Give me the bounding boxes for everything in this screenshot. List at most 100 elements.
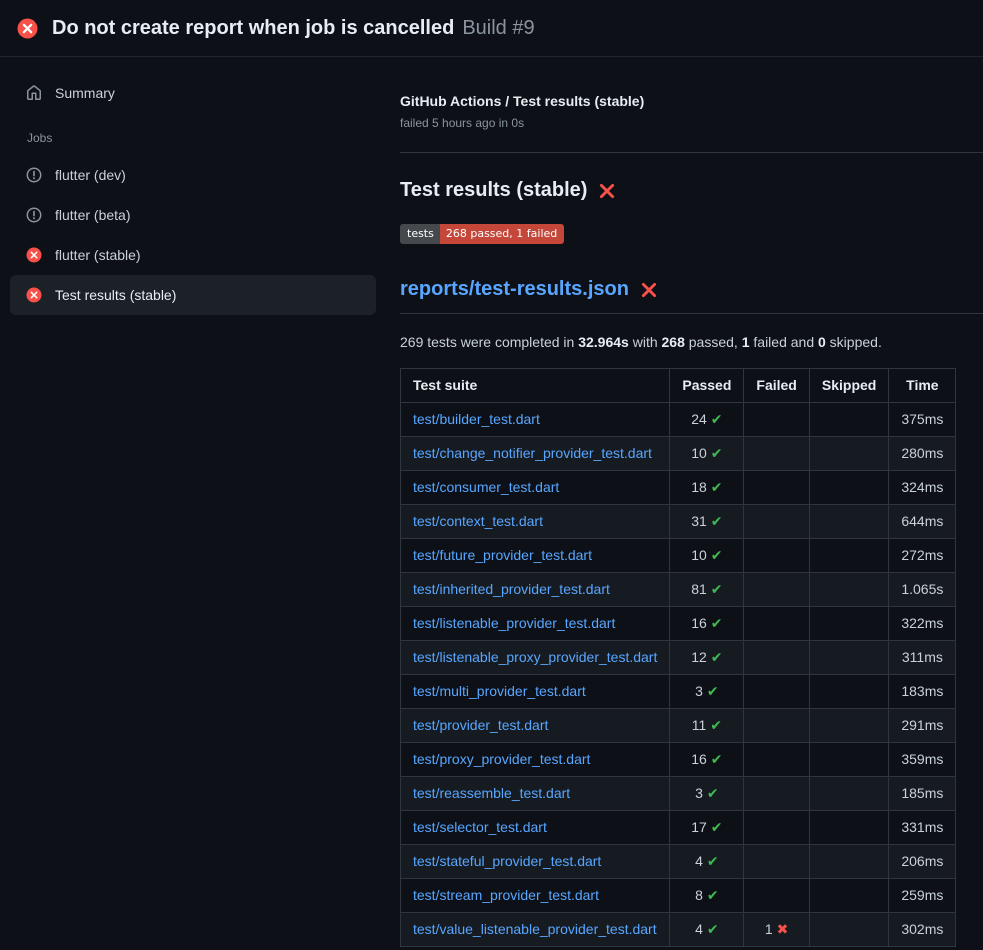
time-cell: 375ms bbox=[889, 403, 956, 437]
failed-cell bbox=[744, 403, 809, 437]
test-suite-link[interactable]: test/proxy_provider_test.dart bbox=[413, 751, 590, 767]
table-row: test/selector_test.dart 17✔ 331ms bbox=[401, 811, 956, 845]
time-cell: 324ms bbox=[889, 471, 956, 505]
failed-cell bbox=[744, 641, 809, 675]
table-header-row: Test suitePassedFailedSkippedTime bbox=[401, 369, 956, 403]
check-icon: ✔ bbox=[711, 445, 723, 461]
test-suite-link[interactable]: test/listenable_provider_test.dart bbox=[413, 615, 615, 631]
cancelled-circle-icon bbox=[26, 207, 42, 223]
skipped-cell bbox=[809, 709, 888, 743]
check-icon: ✔ bbox=[711, 751, 723, 767]
skipped-cell bbox=[809, 471, 888, 505]
skipped-cell bbox=[809, 913, 888, 947]
table-row: test/reassemble_test.dart 3✔ 185ms bbox=[401, 777, 956, 811]
sidebar-item-summary[interactable]: Summary bbox=[10, 73, 376, 113]
report-file-link[interactable]: reports/test-results.json bbox=[400, 278, 629, 301]
time-cell: 359ms bbox=[889, 743, 956, 777]
table-row: test/stream_provider_test.dart 8✔ 259ms bbox=[401, 879, 956, 913]
test-suite-link[interactable]: test/stream_provider_test.dart bbox=[413, 887, 599, 903]
test-suite-link[interactable]: test/consumer_test.dart bbox=[413, 479, 559, 495]
column-header-time: Time bbox=[889, 369, 956, 403]
summary-passed: 268 bbox=[662, 334, 685, 350]
check-icon: ✔ bbox=[707, 785, 719, 801]
suite-cell: test/reassemble_test.dart bbox=[401, 777, 670, 811]
failed-cell bbox=[744, 709, 809, 743]
skipped-cell bbox=[809, 743, 888, 777]
sidebar-item-label: flutter (beta) bbox=[55, 207, 130, 223]
failed-cell bbox=[744, 607, 809, 641]
skipped-cell bbox=[809, 403, 888, 437]
table-row: test/future_provider_test.dart 10✔ 272ms bbox=[401, 539, 956, 573]
skipped-cell bbox=[809, 675, 888, 709]
skipped-cell bbox=[809, 845, 888, 879]
test-suite-link[interactable]: test/reassemble_test.dart bbox=[413, 785, 570, 801]
test-suite-link[interactable]: test/selector_test.dart bbox=[413, 819, 547, 835]
check-icon: ✔ bbox=[707, 853, 719, 869]
section-title: Test results (stable) bbox=[400, 179, 983, 202]
suite-cell: test/builder_test.dart bbox=[401, 403, 670, 437]
check-icon: ✔ bbox=[711, 479, 723, 495]
column-header-skipped: Skipped bbox=[809, 369, 888, 403]
test-suite-link[interactable]: test/value_listenable_provider_test.dart bbox=[413, 921, 657, 937]
failed-cell: 1✖ bbox=[744, 913, 809, 947]
sidebar-item-flutter-beta[interactable]: flutter (beta) bbox=[10, 195, 376, 235]
suite-cell: test/multi_provider_test.dart bbox=[401, 675, 670, 709]
test-suite-link[interactable]: test/listenable_proxy_provider_test.dart bbox=[413, 649, 657, 665]
summary-failed: 1 bbox=[742, 334, 750, 350]
table-row: test/context_test.dart 31✔ 644ms bbox=[401, 505, 956, 539]
run-header: Do not create report when job is cancell… bbox=[0, 0, 983, 57]
sidebar-item-flutter-dev[interactable]: flutter (dev) bbox=[10, 155, 376, 195]
tests-badge: tests 268 passed, 1 failed bbox=[400, 224, 564, 244]
suite-cell: test/consumer_test.dart bbox=[401, 471, 670, 505]
failed-cell bbox=[744, 505, 809, 539]
check-icon: ✔ bbox=[707, 683, 719, 699]
table-row: test/stateful_provider_test.dart 4✔ 206m… bbox=[401, 845, 956, 879]
time-cell: 302ms bbox=[889, 913, 956, 947]
time-cell: 644ms bbox=[889, 505, 956, 539]
skipped-cell bbox=[809, 573, 888, 607]
sidebar-item-test-results-stable[interactable]: Test results (stable) bbox=[10, 275, 376, 315]
column-header-passed: Passed bbox=[670, 369, 744, 403]
time-cell: 259ms bbox=[889, 879, 956, 913]
skipped-cell bbox=[809, 777, 888, 811]
passed-cell: 17✔ bbox=[670, 811, 744, 845]
cancelled-circle-icon bbox=[26, 167, 42, 183]
test-suite-link[interactable]: test/stateful_provider_test.dart bbox=[413, 853, 601, 869]
skipped-cell bbox=[809, 641, 888, 675]
run-meta: failed 5 hours ago in 0s bbox=[400, 116, 983, 130]
build-number: Build #9 bbox=[462, 17, 534, 39]
time-cell: 291ms bbox=[889, 709, 956, 743]
time-cell: 311ms bbox=[889, 641, 956, 675]
skipped-cell bbox=[809, 607, 888, 641]
table-row: test/builder_test.dart 24✔ 375ms bbox=[401, 403, 956, 437]
sidebar-item-flutter-stable[interactable]: flutter (stable) bbox=[10, 235, 376, 275]
failed-cell bbox=[744, 471, 809, 505]
test-suite-link[interactable]: test/builder_test.dart bbox=[413, 411, 540, 427]
x-icon: ✖ bbox=[777, 921, 789, 937]
run-title: Do not create report when job is cancell… bbox=[52, 17, 454, 39]
passed-cell: 4✔ bbox=[670, 913, 744, 947]
badge-label: tests bbox=[400, 224, 440, 244]
test-suite-link[interactable]: test/change_notifier_provider_test.dart bbox=[413, 445, 652, 461]
passed-cell: 10✔ bbox=[670, 539, 744, 573]
passed-cell: 3✔ bbox=[670, 777, 744, 811]
jobs-list: flutter (dev) flutter (beta) bbox=[10, 155, 376, 315]
failed-cell bbox=[744, 811, 809, 845]
time-cell: 1.065s bbox=[889, 573, 956, 607]
test-suite-link[interactable]: test/future_provider_test.dart bbox=[413, 547, 592, 563]
run-title-line: Do not create report when job is cancell… bbox=[52, 17, 535, 40]
test-suite-link[interactable]: test/context_test.dart bbox=[413, 513, 543, 529]
suite-cell: test/selector_test.dart bbox=[401, 811, 670, 845]
table-body: test/builder_test.dart 24✔ 375ms test/ch… bbox=[401, 403, 956, 947]
passed-cell: 16✔ bbox=[670, 743, 744, 777]
time-cell: 331ms bbox=[889, 811, 956, 845]
failed-cell bbox=[744, 743, 809, 777]
passed-cell: 24✔ bbox=[670, 403, 744, 437]
failed-cell bbox=[744, 879, 809, 913]
summary-duration: 32.964s bbox=[578, 334, 629, 350]
test-suite-link[interactable]: test/provider_test.dart bbox=[413, 717, 548, 733]
test-suite-link[interactable]: test/inherited_provider_test.dart bbox=[413, 581, 610, 597]
time-cell: 183ms bbox=[889, 675, 956, 709]
check-icon: ✔ bbox=[711, 547, 723, 563]
test-suite-link[interactable]: test/multi_provider_test.dart bbox=[413, 683, 586, 699]
